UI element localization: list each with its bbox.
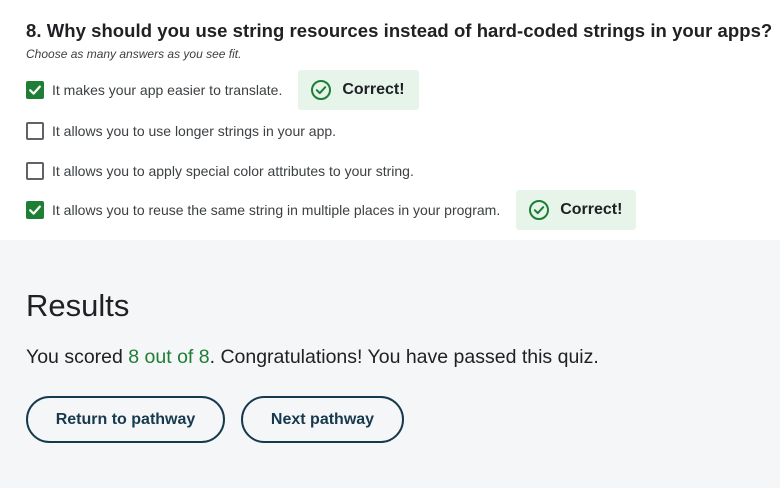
answer-label: It allows you to reuse the same string i… — [52, 202, 501, 218]
score-suffix: . Congratulations! You have passed this … — [209, 346, 599, 368]
answer-checkbox[interactable] — [26, 162, 44, 180]
answer-label: It allows you to apply special color att… — [52, 163, 414, 179]
correct-feedback: Correct! — [560, 201, 623, 218]
question-title: 8. Why should you use string resources i… — [26, 20, 773, 41]
score-summary: You scored 8 out of 8. Congratulations! … — [26, 346, 599, 369]
answer-option[interactable]: It makes your app easier to translate. C… — [26, 70, 419, 110]
return-to-pathway-button[interactable]: Return to pathway — [26, 396, 225, 443]
check-icon — [29, 85, 41, 95]
check-circle-icon — [529, 200, 550, 220]
correct-feedback: Correct! — [342, 81, 405, 98]
score-prefix: You scored — [26, 346, 129, 368]
correct-badge: Correct! — [516, 190, 637, 230]
results-heading: Results — [26, 288, 130, 323]
answer-checkbox[interactable] — [26, 81, 44, 99]
check-icon — [29, 205, 41, 215]
answer-option[interactable]: It allows you to apply special color att… — [26, 151, 414, 191]
answer-checkbox[interactable] — [26, 201, 44, 219]
score-value: 8 out of 8 — [128, 346, 210, 368]
answer-label: It makes your app easier to translate. — [52, 82, 283, 98]
check-circle-icon — [311, 80, 332, 100]
question-hint: Choose as many answers as you see fit. — [26, 47, 242, 61]
next-pathway-button[interactable]: Next pathway — [241, 396, 404, 443]
results-panel: Results You scored 8 out of 8. Congratul… — [0, 240, 780, 488]
quiz-question: 8. Why should you use string resources i… — [0, 0, 780, 240]
answer-option[interactable]: It allows you to use longer strings in y… — [26, 111, 336, 151]
answer-label: It allows you to use longer strings in y… — [52, 123, 337, 139]
answer-checkbox[interactable] — [26, 122, 44, 140]
correct-badge: Correct! — [298, 70, 419, 110]
answer-option[interactable]: It allows you to reuse the same string i… — [26, 190, 637, 230]
